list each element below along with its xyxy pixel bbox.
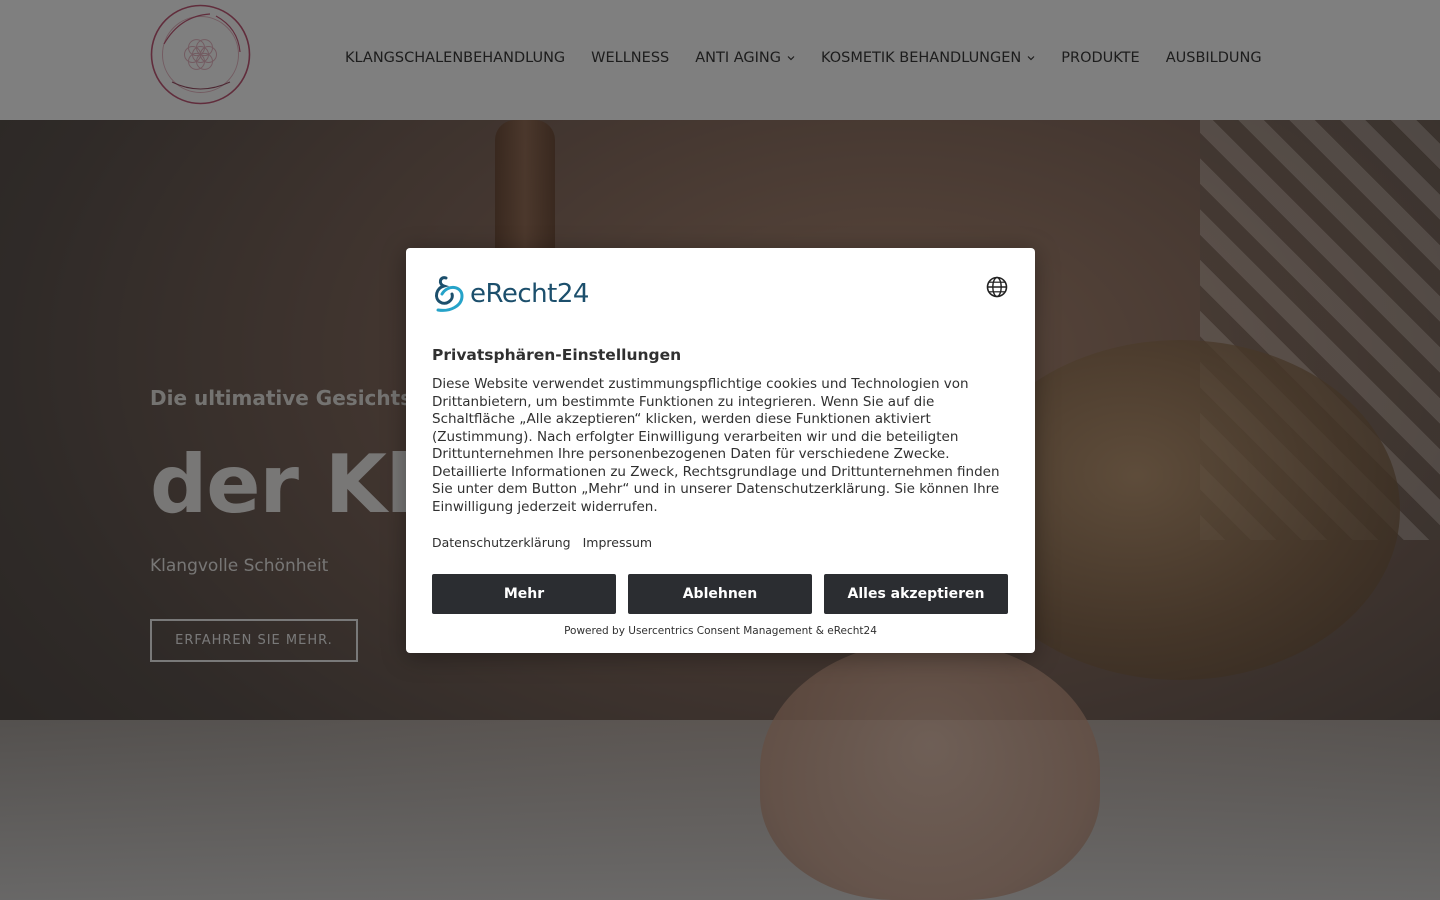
accept-all-button[interactable]: Alles akzeptieren bbox=[824, 574, 1008, 614]
brand-name: eRecht24 bbox=[470, 279, 589, 309]
consent-links: Datenschutzerklärung Impressum bbox=[432, 535, 652, 550]
erecht24-logo: eRecht24 bbox=[432, 274, 594, 314]
imprint-link[interactable]: Impressum bbox=[583, 535, 652, 550]
reject-button[interactable]: Ablehnen bbox=[628, 574, 812, 614]
consent-description: Diese Website verwendet zustimmungspflic… bbox=[432, 376, 1000, 515]
privacy-policy-link[interactable]: Datenschutzerklärung bbox=[432, 535, 571, 550]
cookie-consent-dialog: eRecht24 Privatsphären-Einstellungen Die… bbox=[406, 248, 1035, 653]
consent-title: Privatsphären-Einstellungen bbox=[432, 346, 682, 364]
powered-by-text: Powered by Usercentrics Consent Manageme… bbox=[564, 625, 877, 637]
globe-language-icon[interactable] bbox=[986, 276, 1008, 298]
more-button[interactable]: Mehr bbox=[432, 574, 616, 614]
consent-buttons: Mehr Ablehnen Alles akzeptieren bbox=[432, 574, 1008, 614]
erecht24-mark-icon bbox=[435, 276, 464, 312]
